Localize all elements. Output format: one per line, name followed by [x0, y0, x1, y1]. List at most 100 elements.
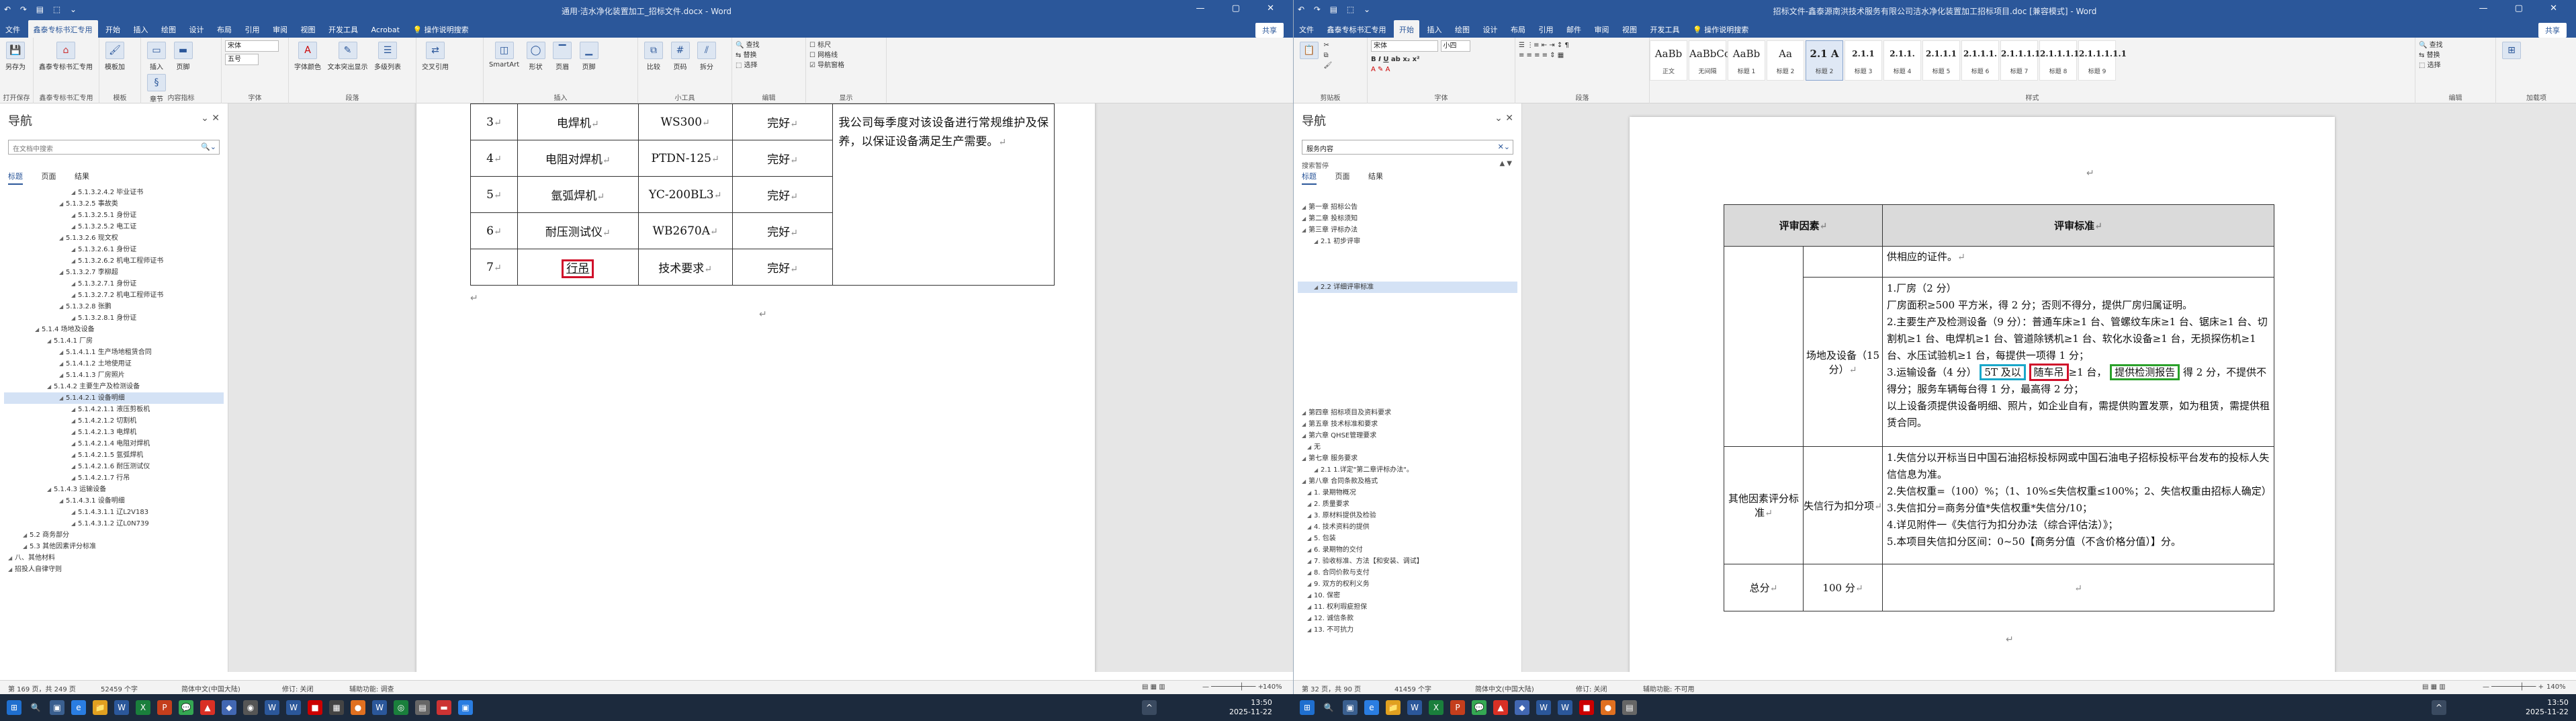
tab-home[interactable]: 开始	[100, 20, 126, 38]
expand-arrow-icon[interactable]: ◢	[1307, 579, 1314, 590]
share-button[interactable]: 共享	[1255, 23, 1284, 38]
select-button[interactable]: ⬚ 选择	[2419, 60, 2492, 71]
expand-arrow-icon[interactable]: ◢	[59, 301, 66, 312]
nav-tree-item[interactable]: ◢ 第八章 合同条款及格式	[1298, 476, 1517, 487]
expand-arrow-icon[interactable]: ◢	[1302, 419, 1308, 430]
app-icon-5[interactable]: ▦	[329, 700, 344, 715]
expand-arrow-icon[interactable]: ◢	[1307, 521, 1314, 533]
nav-tree-item[interactable]: ◢ 5.1.3.2.5.1 身份证	[4, 210, 224, 221]
tab-design[interactable]: 设计	[1478, 20, 1503, 38]
find-button[interactable]: 🔍 查找	[2419, 40, 2492, 50]
nav-tree-item[interactable]: ◢ 八、其他材料	[4, 552, 224, 564]
tab-references[interactable]: 引用	[1534, 20, 1559, 38]
nav-pane-checkbox[interactable]: ☑ 导航窗格	[809, 60, 883, 71]
style-option[interactable]: AaBb 正文	[1650, 40, 1687, 81]
word-icon-2[interactable]: W	[1407, 700, 1422, 715]
nav-tree-item[interactable]	[1298, 304, 1517, 316]
font-name-combo[interactable]: 宋体	[1371, 40, 1438, 52]
smartart-button[interactable]: ◫ SmartArt	[489, 42, 519, 69]
nav-tree-item[interactable]	[1298, 350, 1517, 362]
split-button[interactable]: ⫽ 拆分	[697, 42, 717, 71]
replace-button[interactable]: ⇆ 替换	[736, 50, 802, 60]
status-words[interactable]: 41459 个字	[1394, 683, 1431, 693]
nav-tree-item[interactable]: ◢ 无	[1298, 441, 1517, 453]
word-icon[interactable]: W	[114, 700, 129, 715]
window-controls[interactable]: — ▢ ✕	[2479, 3, 2569, 13]
nav-tree-item[interactable]: ◢ 5.1.3.2.7.1 身份证	[4, 278, 224, 290]
expand-arrow-icon[interactable]: ◢	[59, 267, 66, 278]
nav-tree-item[interactable]: ◢ 5.1.4.3.1.1 辽L2V183	[4, 507, 224, 518]
nav-tree-item[interactable]: ◢ 12. 诚信条款	[1298, 613, 1517, 624]
nav-tree-item[interactable]: ◢ 2.2 详细评审标准	[1298, 282, 1517, 293]
expand-arrow-icon[interactable]: ◢	[59, 198, 66, 210]
app-icon-10[interactable]: ▣	[458, 700, 473, 715]
tab-draw[interactable]: 绘图	[1450, 20, 1475, 38]
status-track[interactable]: 修订: 关闭	[282, 683, 314, 693]
nav-tree-item[interactable]: ◢ 5.1.4.2.1.7 行吊	[4, 472, 224, 484]
expand-arrow-icon[interactable]: ◢	[35, 324, 42, 335]
zoom-level[interactable]: 140%	[1263, 683, 1282, 691]
expand-arrow-icon[interactable]: ◢	[71, 438, 78, 450]
nav-tree-item[interactable]	[1298, 362, 1517, 373]
search-icon[interactable]: 🔍	[28, 700, 43, 715]
style-option[interactable]: 2.1.1.1 标题 5	[1922, 40, 1960, 81]
status-page[interactable]: 第 169 页，共 249 页	[8, 683, 76, 693]
explorer-icon[interactable]: 📁	[93, 700, 107, 715]
expand-arrow-icon[interactable]: ◢	[1302, 213, 1308, 224]
expand-arrow-icon[interactable]: ◢	[1302, 476, 1308, 487]
list-buttons[interactable]: ☰ ⋮≡ ⇤ ⇥ ↕ ¶	[1519, 40, 1646, 50]
tab-home[interactable]: 开始	[1394, 20, 1419, 38]
nav-tree-item[interactable]: ◢ 5.1.4.2.1 设备明细	[4, 392, 224, 404]
tab-review[interactable]: 审阅	[1589, 20, 1615, 38]
tab-acrobat[interactable]: Acrobat	[366, 22, 405, 38]
nav-tab-results[interactable]: 结果	[1368, 171, 1383, 183]
clock-2[interactable]: 13:50 2025-11-22	[2526, 698, 2569, 717]
nav-tab-headings[interactable]: 标题	[8, 171, 23, 185]
nav-tree-item[interactable]: ◢ 3. 原材料提供及检验	[1298, 510, 1517, 521]
word-window-icon-3[interactable]: W	[372, 700, 387, 715]
word-window-icon-4[interactable]: W	[1536, 700, 1551, 715]
nav-tree-item[interactable]: ◢ 13. 不可抗力	[1298, 624, 1517, 636]
style-option[interactable]: AaBbCc 无间隔	[1689, 40, 1730, 81]
pdf-icon[interactable]: P	[157, 700, 172, 715]
status-track[interactable]: 修订: 关闭	[1576, 683, 1607, 693]
expand-arrow-icon[interactable]: ◢	[1307, 601, 1314, 613]
zoom-level[interactable]: 140%	[2546, 683, 2566, 691]
tab-insert[interactable]: 插入	[1422, 20, 1448, 38]
nav-tree-item[interactable]: ◢ 7. 验收标准、方法【和安装、调试】	[1298, 556, 1517, 567]
expand-arrow-icon[interactable]: ◢	[1307, 567, 1314, 579]
expand-arrow-icon[interactable]: ◢	[1307, 499, 1314, 510]
expand-arrow-icon[interactable]: ◢	[47, 335, 54, 347]
nav-tree-item[interactable]	[1298, 316, 1517, 327]
font-color-button[interactable]: A 字体颜色	[294, 42, 321, 71]
expand-arrow-icon[interactable]: ◢	[1302, 202, 1308, 213]
select-button[interactable]: ⬚ 选择	[736, 60, 802, 71]
tab-references[interactable]: 引用	[240, 20, 265, 38]
font-name-combo[interactable]: 宋体	[225, 40, 279, 52]
tab-design[interactable]: 设计	[184, 20, 210, 38]
nav-tree-item[interactable]	[1298, 270, 1517, 282]
nav-tree-item[interactable]: ◢ 5.1.4.2.1.3 电焊机	[4, 427, 224, 438]
replace-button[interactable]: ⇆ 替换	[2419, 50, 2492, 60]
expand-arrow-icon[interactable]: ◢	[71, 450, 78, 461]
app-icon-11[interactable]: ▲	[1493, 700, 1508, 715]
expand-arrow-icon[interactable]: ◢	[1314, 464, 1321, 476]
header-button[interactable]: ▔ 页眉	[552, 42, 572, 71]
paste-button[interactable]: 📋	[1299, 42, 1319, 61]
expand-arrow-icon[interactable]: ◢	[71, 415, 78, 427]
app-icon-2[interactable]: ◆	[222, 700, 236, 715]
nav-tree-item[interactable]: ◢ 第二章 投标须知	[1298, 213, 1517, 224]
window-controls[interactable]: — ▢ ✕	[1196, 3, 1286, 13]
zoom-slider[interactable]: — ───────┼─── +	[1202, 683, 1263, 691]
nav-tree-item[interactable]: ◢ 5.1.4.3.1.2 辽L0N739	[4, 518, 224, 529]
cross-reference-button[interactable]: ⇄ 交叉引用	[422, 42, 449, 71]
style-option[interactable]: 2.1.1.1.1.1 标题 9	[2078, 40, 2127, 81]
app-icon-12[interactable]: ◆	[1515, 700, 1529, 715]
expand-arrow-icon[interactable]: ◢	[1307, 441, 1314, 453]
tab-insert[interactable]: 插入	[128, 20, 154, 38]
task-view-icon[interactable]: ▣	[50, 700, 64, 715]
nav-tree-item[interactable]: ◢ 8. 合同价款与支付	[1298, 567, 1517, 579]
expand-arrow-icon[interactable]: ◢	[1307, 624, 1314, 636]
expand-arrow-icon[interactable]: ◢	[23, 541, 30, 552]
expand-arrow-icon[interactable]: ◢	[71, 472, 78, 484]
